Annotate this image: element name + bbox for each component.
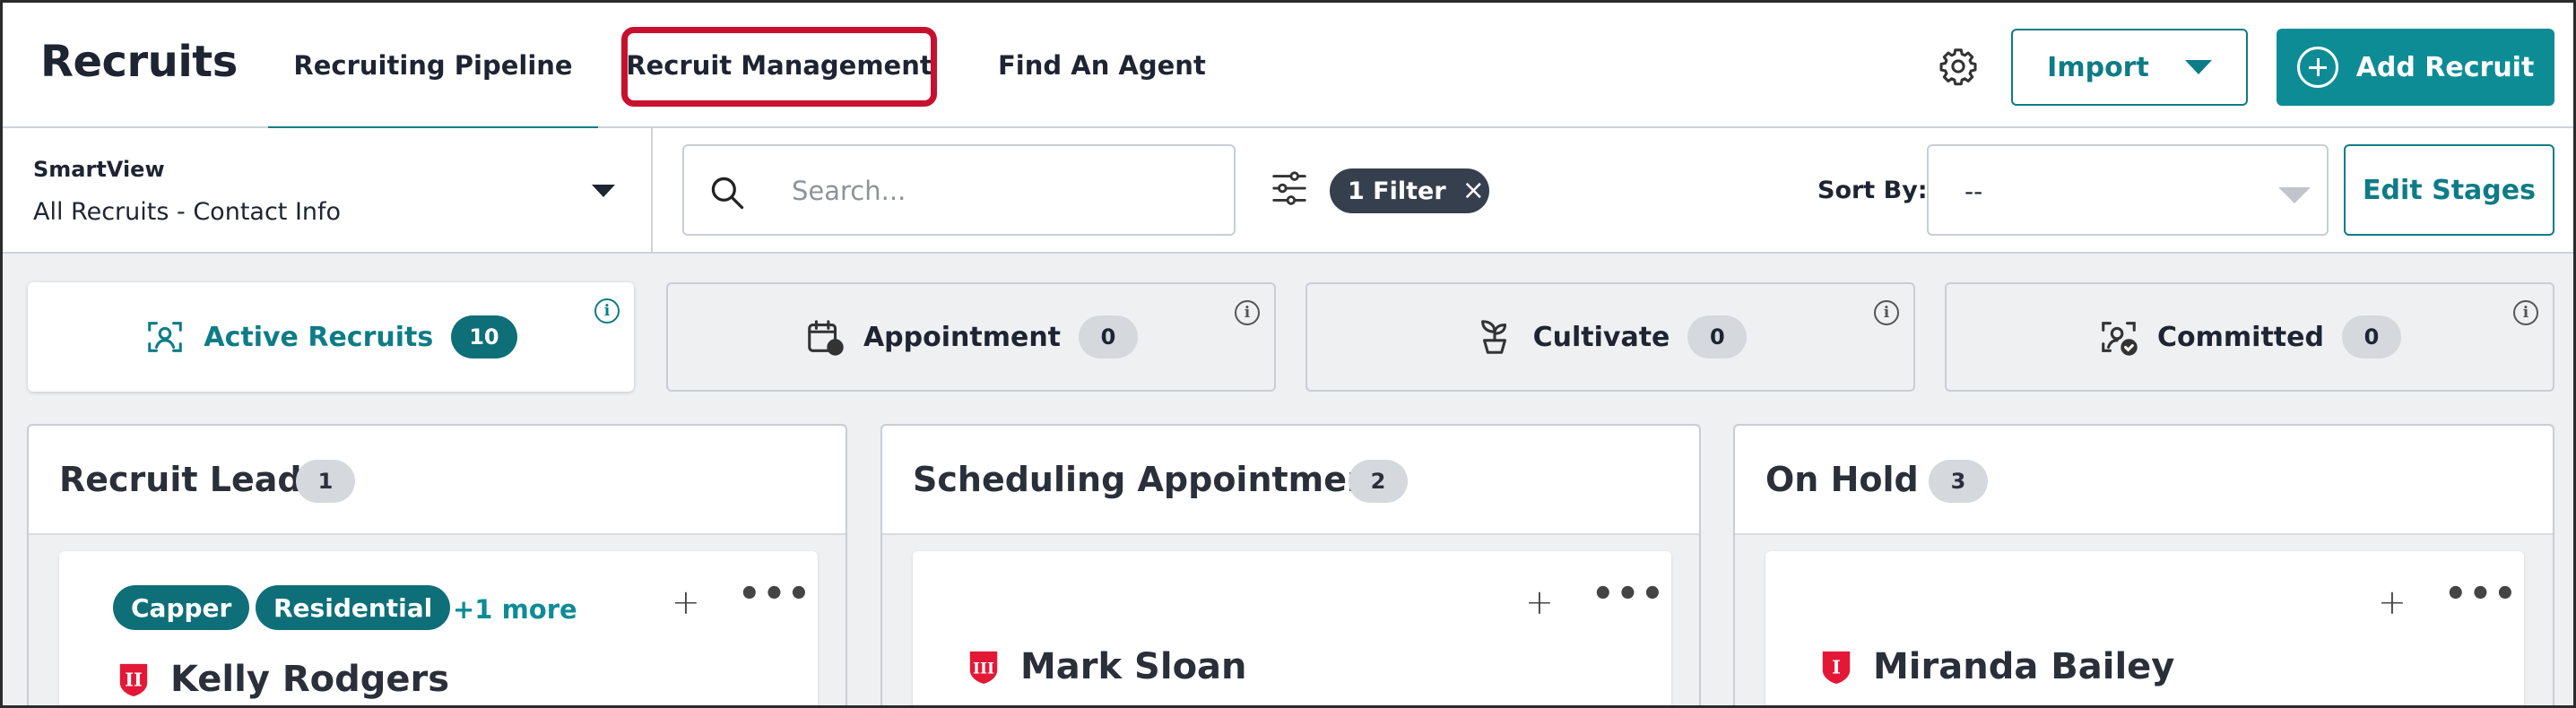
plant-icon: [1480, 320, 1506, 354]
column-header: Scheduling Appointment 2: [882, 426, 1699, 535]
svg-text:III: III: [973, 661, 994, 678]
recruit-icon: [148, 322, 183, 352]
recruit-name-text: Kelly Rodgers: [170, 659, 450, 700]
stat-cultivate[interactable]: Cultivate 0 i: [1305, 282, 1915, 392]
tag-chip: Residential: [256, 585, 451, 630]
page-title: Recruits: [40, 37, 238, 87]
app-window: Recruits Recruiting Pipeline Recruit Man…: [0, 0, 2576, 708]
add-recruit-label: Add Recruit: [2355, 51, 2535, 83]
stat-committed[interactable]: Committed 0 i: [1945, 282, 2554, 392]
stage-column-recruit-lead: Recruit Lead 1 Capper Residential +1 mor…: [27, 424, 847, 705]
info-icon[interactable]: i: [1235, 300, 1260, 325]
recruit-name[interactable]: III Mark Sloan: [967, 646, 1247, 687]
info-icon[interactable]: i: [1874, 300, 1899, 325]
stat-appointment[interactable]: Appointment 0 i: [666, 282, 1276, 392]
filter-sliders-icon[interactable]: [1269, 168, 1310, 209]
calendar-icon: [808, 320, 844, 356]
smartview-label: SmartView: [33, 157, 165, 182]
import-button[interactable]: Import: [2011, 29, 2248, 106]
more-options-icon[interactable]: •••: [738, 576, 812, 612]
stage-column-on-hold: On Hold 3 + ••• I Miranda Bailey: [1733, 424, 2554, 705]
plus-circle-icon: [2296, 47, 2338, 88]
info-icon[interactable]: i: [2513, 300, 2538, 325]
recruit-name[interactable]: I Miranda Bailey: [1819, 646, 2174, 687]
tag-chip: Capper: [113, 585, 250, 630]
column-header: Recruit Lead 1: [29, 426, 846, 535]
sort-select[interactable]: --: [1927, 144, 2329, 236]
add-recruit-button[interactable]: Add Recruit: [2277, 29, 2554, 106]
edit-stages-button[interactable]: Edit Stages: [2344, 144, 2554, 236]
column-title: Scheduling Appointment: [913, 460, 1388, 499]
add-icon[interactable]: +: [2378, 585, 2407, 619]
svg-text:II: II: [125, 669, 143, 691]
toolbar: SmartView All Recruits - Contact Info 1 …: [3, 128, 2573, 254]
count-badge: 0: [1079, 315, 1139, 358]
tab-recruiting-pipeline[interactable]: Recruiting Pipeline: [268, 3, 598, 130]
recruit-name-text: Miranda Bailey: [1873, 646, 2175, 687]
recruit-card[interactable]: + ••• I Miranda Bailey: [1765, 551, 2524, 705]
chevron-down-icon: [2278, 187, 2311, 203]
filter-chip-label: 1 Filter: [1348, 177, 1446, 205]
column-count: 1: [296, 460, 355, 503]
stat-label: Appointment: [863, 321, 1062, 353]
column-count: 3: [1929, 460, 1988, 503]
tab-label: Find An Agent: [998, 50, 1206, 81]
close-icon[interactable]: ×: [1462, 177, 1485, 204]
chevron-down-icon: [592, 185, 615, 197]
more-options-icon[interactable]: •••: [2444, 576, 2519, 612]
search-icon: [711, 177, 744, 210]
stat-label: Cultivate: [1532, 321, 1670, 353]
more-options-icon[interactable]: •••: [1592, 576, 1666, 612]
smartview-value: All Recruits - Contact Info: [33, 198, 342, 226]
top-nav: Recruits Recruiting Pipeline Recruit Man…: [3, 3, 2573, 130]
filter-chip[interactable]: 1 Filter ×: [1330, 168, 1489, 213]
tab-recruit-management[interactable]: Recruit Management: [621, 3, 937, 128]
add-icon[interactable]: +: [672, 585, 700, 619]
tab-find-an-agent[interactable]: Find An Agent: [998, 3, 1206, 128]
info-icon[interactable]: i: [594, 298, 620, 324]
stat-label: Committed: [2157, 321, 2324, 353]
tier-shield-icon: III: [969, 651, 998, 684]
column-count: 2: [1349, 460, 1408, 503]
count-badge: 0: [2341, 315, 2401, 358]
stat-active-recruits[interactable]: Active Recruits 10 i: [28, 282, 634, 392]
tab-label: Recruiting Pipeline: [293, 50, 573, 81]
search-box: [682, 144, 1236, 236]
recruit-card[interactable]: Capper Residential +1 more + ••• II Kell…: [59, 551, 818, 705]
tier-shield-icon: I: [1822, 651, 1851, 684]
recruit-card[interactable]: + ••• III Mark Sloan: [913, 551, 1671, 705]
column-header: On Hold 3: [1735, 426, 2553, 535]
gear-icon[interactable]: [1938, 46, 1979, 87]
svg-text:I: I: [1832, 656, 1841, 678]
add-icon[interactable]: +: [1525, 585, 1554, 619]
count-badge: 10: [451, 315, 517, 358]
count-badge: 0: [1687, 315, 1748, 358]
stat-label: Active Recruits: [204, 321, 434, 353]
highlight-box: [621, 27, 937, 107]
column-title: Recruit Lead: [59, 460, 302, 499]
chevron-down-icon: [2184, 60, 2212, 74]
tier-shield-icon: II: [119, 663, 148, 696]
pipeline-content: Active Recruits 10 i Appointment 0 i Cul…: [3, 254, 2573, 705]
more-tags-link[interactable]: +1 more: [453, 594, 577, 625]
committed-icon: [2102, 322, 2138, 356]
stage-column-scheduling-appointment: Scheduling Appointment 2 + ••• III Mark …: [880, 424, 1701, 705]
recruit-name-text: Mark Sloan: [1020, 646, 1247, 687]
recruit-name[interactable]: II Kelly Rodgers: [117, 659, 449, 700]
sort-by-label: Sort By:: [1817, 177, 1928, 204]
search-input[interactable]: [792, 169, 1213, 212]
sort-value: --: [1965, 177, 1983, 206]
column-title: On Hold: [1765, 460, 1919, 499]
import-label: Import: [2047, 51, 2149, 83]
smartview-dropdown[interactable]: SmartView All Recruits - Contact Info: [3, 128, 653, 254]
